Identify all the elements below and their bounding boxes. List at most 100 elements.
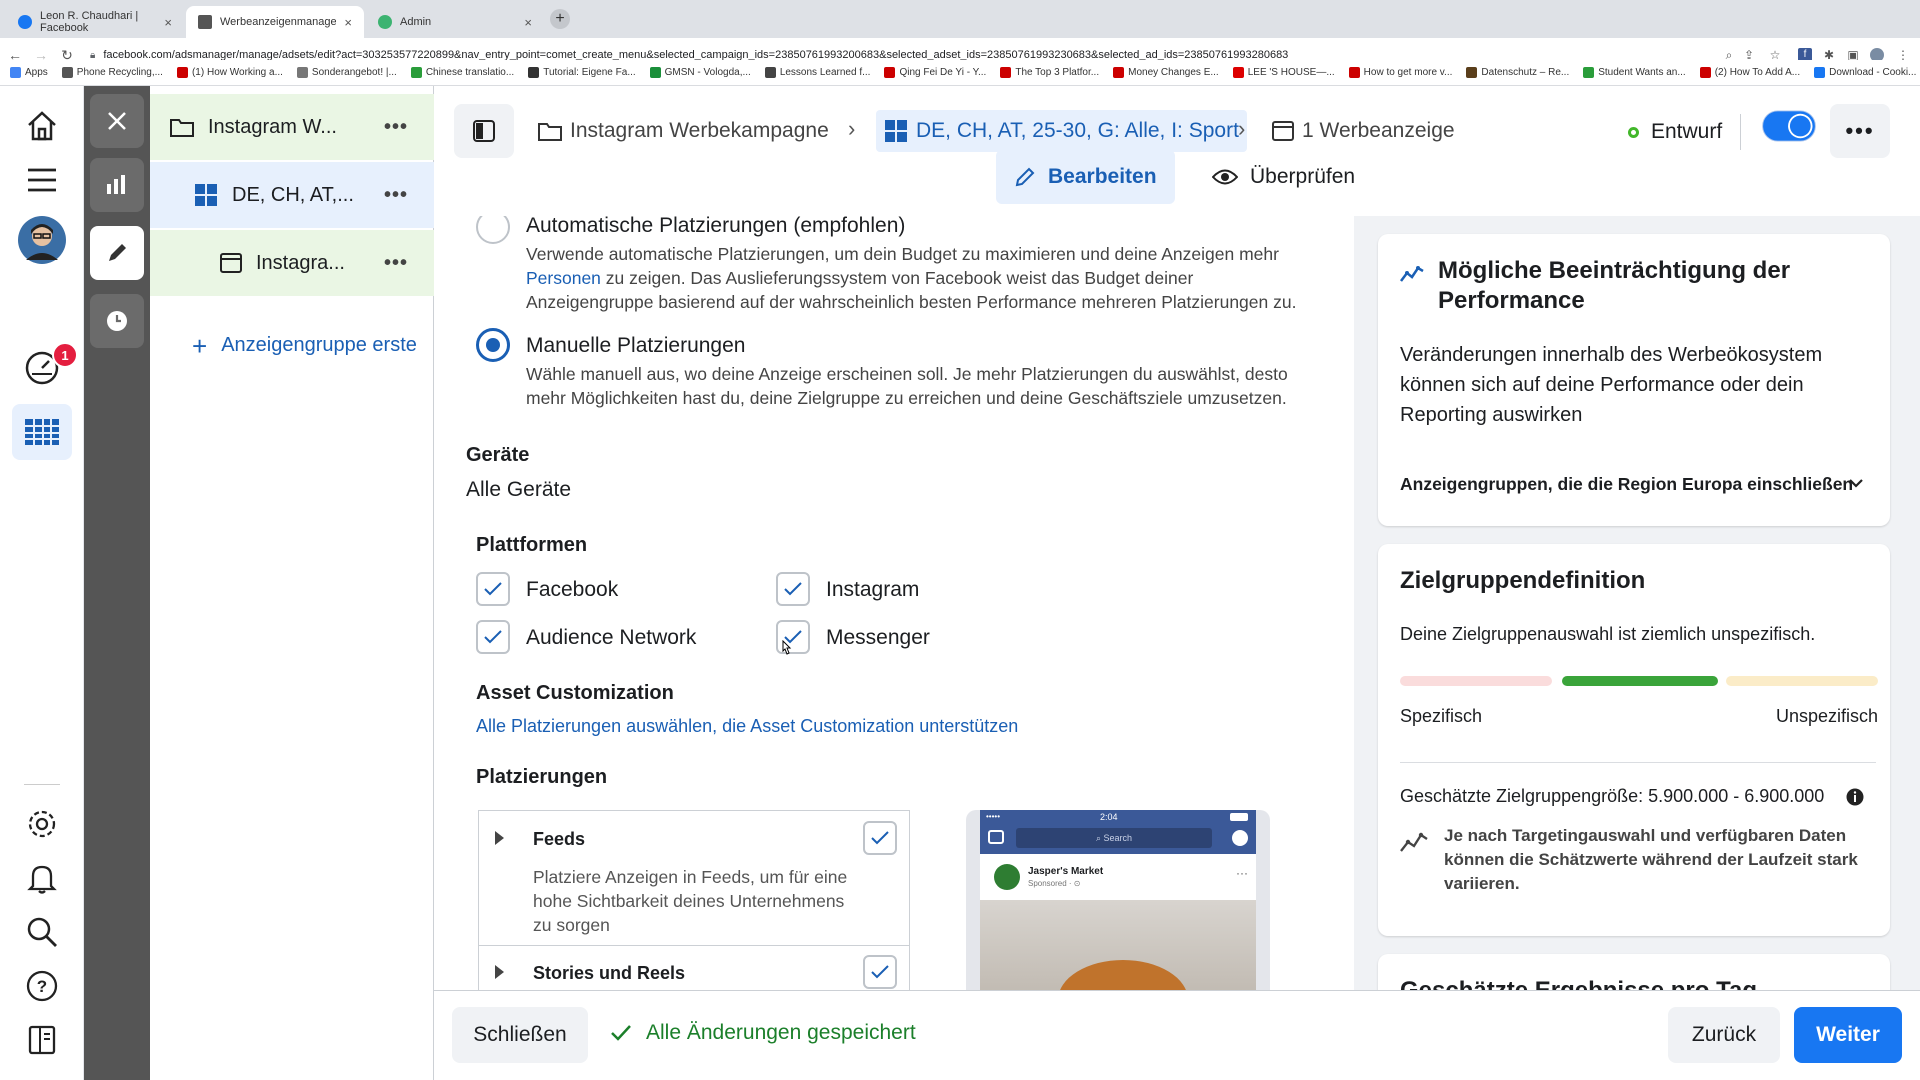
bookmark-item[interactable]: Money Changes E... xyxy=(1113,67,1219,78)
tab-review[interactable]: Überprüfen xyxy=(1194,150,1373,204)
ads-manager-table-icon[interactable] xyxy=(12,404,72,460)
audience-size-estimate: Geschätzte Zielgruppengröße: 5.900.000 -… xyxy=(1400,786,1825,806)
toggle-sidebar-button[interactable] xyxy=(454,104,514,158)
bell-icon[interactable] xyxy=(22,858,62,898)
info-icon[interactable] xyxy=(1846,788,1864,806)
platform-label-audience-network: Audience Network xyxy=(526,626,697,649)
checkbox-audience-network[interactable] xyxy=(476,620,510,654)
audience-definition-card: Zielgruppendefinition Deine Zielgruppena… xyxy=(1378,544,1890,936)
bookmark-item[interactable]: Lessons Learned f... xyxy=(764,67,870,78)
devices-value[interactable]: Alle Geräte xyxy=(466,478,571,502)
clock-history-icon[interactable] xyxy=(90,294,144,348)
radio-auto-placements[interactable] xyxy=(476,216,510,244)
pencil-edit-icon[interactable] xyxy=(90,226,144,280)
breadcrumb-adset[interactable]: DE, CH, AT, 25-30, G: Alle, I: Sport xyxy=(876,110,1247,152)
bookmark-item[interactable]: LEE 'S HOUSE—... xyxy=(1232,67,1335,78)
tab-title: Admin xyxy=(400,16,432,28)
bookmark-item[interactable]: Chinese translatio... xyxy=(410,67,514,78)
bookmark-item[interactable]: Tutorial: Eigene Fa... xyxy=(528,67,636,78)
desc-line: Verwende automatische Platzierungen, um … xyxy=(526,244,1279,264)
placements-heading: Platzierungen xyxy=(476,766,608,788)
bookmark-item[interactable]: Datenschutz – Re... xyxy=(1466,67,1569,78)
chevron-down-icon[interactable] xyxy=(1848,478,1864,488)
gauge-segment-specific xyxy=(1400,676,1552,686)
bookmark-item[interactable]: Sonderangebot! |... xyxy=(296,67,397,78)
checkbox-feeds[interactable] xyxy=(863,821,897,855)
platform-label-messenger: Messenger xyxy=(826,626,930,649)
bookmark-item[interactable]: Download - Cooki... xyxy=(1814,67,1916,78)
people-link[interactable]: Personen xyxy=(526,268,601,288)
asset-customization-link[interactable]: Alle Platzierungen auswählen, die Asset … xyxy=(476,716,1018,737)
bookmark-item[interactable]: Qing Fei De Yi - Y... xyxy=(884,67,986,78)
checkbox-facebook[interactable] xyxy=(476,572,510,606)
radio-manual-placements[interactable] xyxy=(476,328,510,362)
adsmanager-icon xyxy=(198,15,212,29)
manual-placements-description: Wähle manuell aus, wo deine Anzeige ersc… xyxy=(526,362,1326,410)
new-tab-button[interactable]: + xyxy=(550,9,570,29)
tab-edit[interactable]: Bearbeiten xyxy=(996,150,1175,204)
checkmark-icon xyxy=(484,582,502,596)
tree-item-campaign[interactable]: Instagram W... ••• xyxy=(150,94,434,160)
bookmark-favicon-icon xyxy=(1232,67,1244,78)
bookmark-item[interactable]: (2) How To Add A... xyxy=(1699,67,1800,78)
bookmark-item[interactable]: The Top 3 Platfor... xyxy=(1000,67,1099,78)
close-icon[interactable]: × xyxy=(524,15,532,30)
bookmark-item[interactable]: GMSN - Vologda,... xyxy=(649,67,751,78)
tree-item-ad[interactable]: Instagra... ••• xyxy=(150,230,434,296)
chart-icon[interactable] xyxy=(90,158,144,212)
bookmark-label: LEE 'S HOUSE—... xyxy=(1247,67,1335,78)
breadcrumb-campaign[interactable]: Instagram Werbekampagne xyxy=(538,110,829,152)
more-options-icon[interactable]: ••• xyxy=(384,252,408,275)
placements-section: Automatische Platzierungen (empfohlen) V… xyxy=(434,216,1354,990)
breadcrumb-ad[interactable]: 1 Werbeanzeige xyxy=(1272,110,1455,152)
hamburger-menu-icon[interactable] xyxy=(22,160,62,200)
help-icon[interactable]: ? xyxy=(22,966,62,1006)
text-line: können sich auf deine Performance oder d… xyxy=(1400,374,1804,396)
back-button[interactable]: Zurück xyxy=(1668,1007,1780,1063)
browser-tab-bar: Leon R. Chaudhari | Facebook × Werbeanze… xyxy=(0,0,1920,38)
browser-tab-admin[interactable]: Admin × xyxy=(366,6,544,38)
desc-line: mehr Möglichkeiten hast du, deine Zielgr… xyxy=(526,388,1287,408)
browser-tab-facebook[interactable]: Leon R. Chaudhari | Facebook × xyxy=(6,6,184,38)
caret-right-icon[interactable] xyxy=(495,831,504,845)
browser-tab-adsmanager[interactable]: Werbeanzeigenmanager - Wer × xyxy=(186,6,364,38)
checkbox-stories[interactable] xyxy=(863,955,897,989)
estimated-results-title: Geschätzte Ergebnisse pro Tag xyxy=(1400,976,1757,990)
bookmark-favicon-icon xyxy=(1113,67,1125,78)
close-button[interactable]: Schließen xyxy=(452,1007,588,1063)
search-icon[interactable] xyxy=(22,912,62,952)
book-icon[interactable] xyxy=(22,1020,62,1060)
gear-icon[interactable] xyxy=(22,804,62,844)
back-button-label: Zurück xyxy=(1691,1023,1757,1046)
bookmark-label: Datenschutz – Re... xyxy=(1481,67,1570,78)
global-nav-rail: 1 ? xyxy=(0,86,84,1080)
bookmark-favicon-icon xyxy=(1000,67,1012,78)
checkbox-instagram[interactable] xyxy=(776,572,810,606)
caret-right-icon[interactable] xyxy=(495,965,504,979)
tree-item-adset[interactable]: DE, CH, AT,... ••• xyxy=(150,162,434,228)
europe-adsets-expander[interactable]: Anzeigengruppen, die die Region Europa e… xyxy=(1400,474,1853,495)
bookmark-item[interactable]: Phone Recycling,... xyxy=(61,67,163,78)
more-options-icon[interactable]: ••• xyxy=(384,116,408,139)
home-icon[interactable] xyxy=(22,106,62,146)
active-toggle[interactable] xyxy=(1760,110,1818,142)
bookmarks-bar: Apps Phone Recycling,... (1) How Working a… xyxy=(0,60,1920,86)
bookmark-item[interactable]: Student Wants an... xyxy=(1583,67,1686,78)
bookmark-item[interactable]: (1) How Working a... xyxy=(176,67,283,78)
bookmark-item[interactable]: How to get more v... xyxy=(1348,67,1452,78)
tree-item-label: Instagra... xyxy=(256,251,345,274)
tree-item-label: DE, CH, AT,... xyxy=(232,183,354,206)
next-button[interactable]: Weiter xyxy=(1794,1007,1902,1063)
tree-item-label: Instagram W... xyxy=(208,115,337,138)
bookmark-label: (1) How Working a... xyxy=(191,67,283,78)
close-editor-button[interactable] xyxy=(90,94,144,148)
bookmark-item[interactable]: Apps xyxy=(10,67,48,78)
desc-line: Wähle manuell aus, wo deine Anzeige ersc… xyxy=(526,364,1288,384)
more-options-icon[interactable]: ••• xyxy=(384,184,408,207)
close-icon[interactable]: × xyxy=(164,15,172,30)
add-adset-button[interactable]: + Anzeigengruppe erste xyxy=(192,333,417,359)
more-menu-button[interactable]: ••• xyxy=(1830,104,1890,158)
avatar[interactable] xyxy=(18,216,66,264)
close-icon[interactable]: × xyxy=(344,15,352,30)
pencil-icon xyxy=(1015,167,1035,187)
